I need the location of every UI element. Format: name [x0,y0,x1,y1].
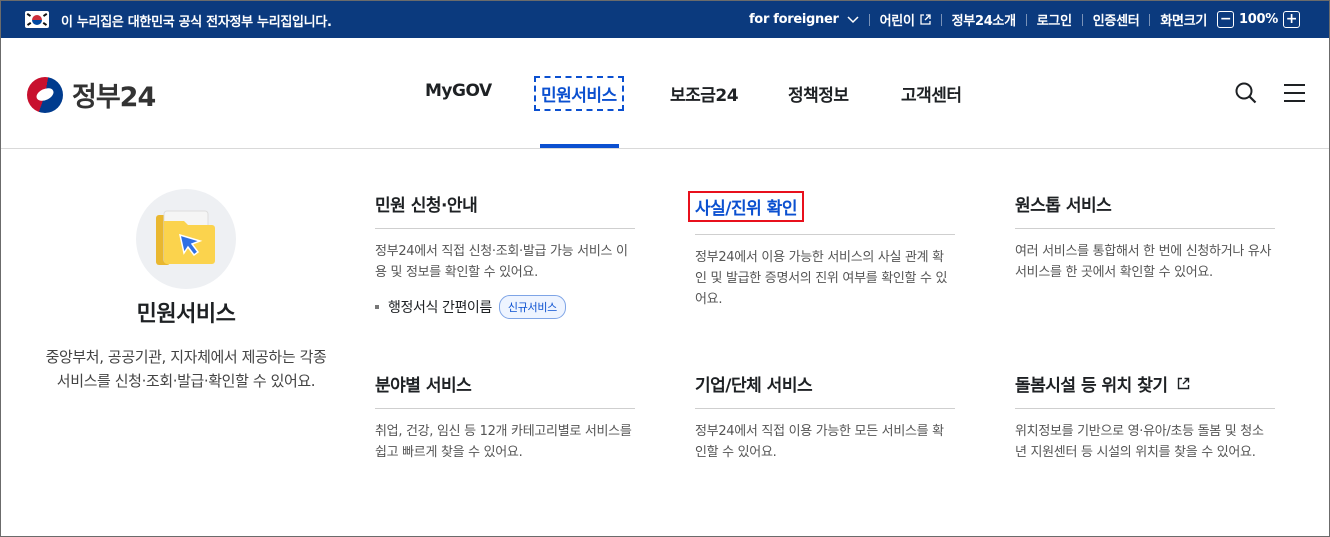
card-civil-application: 민원 신청·안내 정부24에서 직접 신청·조회·발급 가능 서비스 이용 및 … [375,191,635,319]
zoom-label: 화면크기 [1160,14,1208,29]
hero-description: 중앙부처, 공공기관, 지자체에서 제공하는 각종 서비스를 신청·조회·발급·… [45,348,327,390]
card-fact-verification: 사실/진위 확인 정부24에서 이용 가능한 서비스의 사실 관계 확인 및 발… [688,191,955,310]
hero-title: 민원서비스 [136,302,236,327]
search-icon[interactable] [1235,82,1257,104]
nav-customer-center[interactable]: 고객센터 [901,81,962,106]
external-link-icon [919,14,931,25]
taegukgi-flag-icon [25,11,49,28]
civil-service-submenu: 민원서비스 중앙부처, 공공기관, 지자체에서 제공하는 각종 서비스를 신청·… [1,149,1329,536]
card-title[interactable]: 사실/진위 확인 [688,191,955,235]
card-title[interactable]: 민원 신청·안내 [375,191,635,229]
card-title[interactable]: 기업/단체 서비스 [695,371,955,409]
card-description: 위치정보를 기반으로 영·유아/초등 돌봄 및 청소년 지원센터 등 시설의 위… [1015,424,1264,460]
card-description: 정부24에서 직접 이용 가능한 모든 서비스를 확인할 수 있어요. [695,424,944,460]
gov-banner: 이 누리집은 대한민국 공식 전자정부 누리집입니다. for foreigne… [1,1,1329,38]
utility-menu: for foreigner 어린이 정부24소개 로그인 인증센터 화면크기 −… [749,1,1305,38]
main-nav: MyGOV 민원서비스 보조금24 정책정보 고객센터 [1,38,1329,148]
card-description: 여러 서비스를 통합해서 한 번에 신청하거나 유사 서비스를 한 곳에서 확인… [1015,244,1272,280]
admin-form-link[interactable]: 행정서식 간편이름 신규서비스 [375,295,635,319]
card-category-service: 분야별 서비스 취업, 건강, 임신 등 12개 카테고리별로 서비스를 쉽고 … [375,371,635,463]
card-care-facility-finder: 돌봄시설 등 위치 찾기 위치정보를 기반으로 영·유아/초등 돌봄 및 청소년… [1015,371,1275,463]
card-description: 정부24에서 이용 가능한 서비스의 사실 관계 확인 및 발급한 증명서의 진… [695,250,948,307]
for-foreigner-link[interactable]: for foreigner [749,12,839,27]
site-header: 정부24 MyGOV 민원서비스 보조금24 정책정보 고객센터 [1,38,1329,149]
zoom-out-button[interactable]: − [1217,11,1235,28]
nav-civil-service[interactable]: 민원서비스 [534,76,624,111]
folder-cursor-icon [156,210,215,265]
nav-subsidy24[interactable]: 보조금24 [670,81,739,106]
new-service-badge: 신규서비스 [498,295,566,319]
about-link[interactable]: 정부24소개 [952,10,1016,29]
card-title[interactable]: 돌봄시설 등 위치 찾기 [1015,371,1275,409]
sub-link-label: 행정서식 간편이름 [388,300,492,316]
bullet-icon [375,305,379,309]
gov-banner-text: 이 누리집은 대한민국 공식 전자정부 누리집입니다. [61,15,332,30]
login-link[interactable]: 로그인 [1037,10,1072,29]
external-link-icon [1177,377,1189,390]
hamburger-menu-icon[interactable] [1284,84,1305,102]
card-title[interactable]: 원스톱 서비스 [1015,191,1275,229]
chevron-down-icon[interactable] [847,15,859,24]
zoom-value: 100% [1239,12,1278,27]
active-nav-indicator [540,144,619,148]
kids-link[interactable]: 어린이 [880,10,915,29]
card-description: 정부24에서 직접 신청·조회·발급 가능 서비스 이용 및 정보를 확인할 수… [375,244,628,280]
nav-policy-info[interactable]: 정책정보 [788,81,849,106]
cert-center-link[interactable]: 인증센터 [1093,10,1140,29]
nav-mygov[interactable]: MyGOV [425,81,492,101]
page-frame: 이 누리집은 대한민국 공식 전자정부 누리집입니다. for foreigne… [0,0,1330,537]
card-title[interactable]: 분야별 서비스 [375,371,635,409]
card-business-service: 기업/단체 서비스 정부24에서 직접 이용 가능한 모든 서비스를 확인할 수… [695,371,955,463]
card-description: 취업, 건강, 임신 등 12개 카테고리별로 서비스를 쉽고 빠르게 찾을 수… [375,424,632,460]
card-onestop-service: 원스톱 서비스 여러 서비스를 통합해서 한 번에 신청하거나 유사 서비스를 … [1015,191,1275,283]
zoom-in-button[interactable]: + [1283,11,1300,28]
